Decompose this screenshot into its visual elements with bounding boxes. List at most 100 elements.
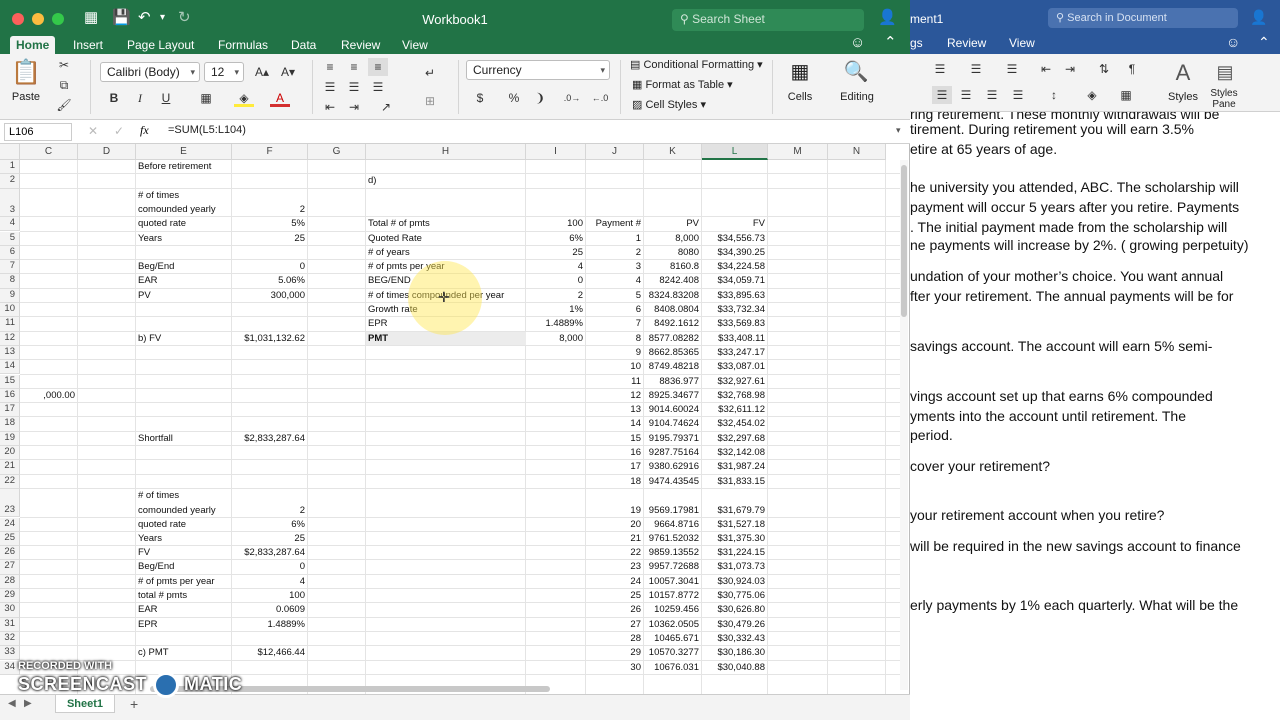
- cell-h5[interactable]: Quoted Rate: [368, 233, 523, 245]
- cell-k31[interactable]: 10362.0505: [646, 619, 699, 631]
- row-header[interactable]: 19: [0, 431, 20, 446]
- cell-f19[interactable]: $2,833,287.64: [234, 433, 305, 445]
- name-box[interactable]: L106: [4, 123, 72, 141]
- bold-button[interactable]: B: [104, 89, 124, 107]
- cell-e3[interactable]: comounded yearly: [138, 204, 229, 216]
- cell-j5[interactable]: 1: [588, 233, 641, 245]
- cell-f23[interactable]: 2: [234, 505, 305, 517]
- cell-k13[interactable]: 8662.85365: [646, 347, 699, 359]
- justify-icon[interactable]: ☰: [1008, 86, 1028, 104]
- conditional-formatting-button[interactable]: ▤ Conditional Formatting ▾: [630, 58, 763, 72]
- cell-e4[interactable]: quoted rate: [138, 218, 229, 230]
- bullets-icon[interactable]: ☰: [930, 60, 950, 78]
- cell-k7[interactable]: 8160.8: [646, 261, 699, 273]
- cell-h2[interactable]: d): [368, 175, 523, 187]
- cell-f4[interactable]: 5%: [234, 218, 305, 230]
- increase-font-icon[interactable]: A▴: [252, 63, 272, 81]
- cell-k28[interactable]: 10057.3041: [646, 576, 699, 588]
- column-header-m[interactable]: M: [768, 144, 828, 160]
- increase-indent-icon[interactable]: ⇥: [344, 98, 364, 116]
- editing-button[interactable]: Editing: [834, 90, 880, 104]
- row-header[interactable]: 17: [0, 403, 20, 418]
- row-header[interactable]: 22: [0, 474, 20, 489]
- format-as-table-button[interactable]: ▦ Format as Table ▾: [632, 78, 733, 92]
- cell-j34[interactable]: 30: [588, 662, 641, 674]
- column-header-g[interactable]: G: [308, 144, 366, 160]
- cell-l19[interactable]: $32,297.68: [704, 433, 765, 445]
- cell-f31[interactable]: 1.4889%: [234, 619, 305, 631]
- cell-k29[interactable]: 10157.8772: [646, 590, 699, 602]
- tab-design[interactable]: gs: [910, 36, 923, 50]
- cell-e1[interactable]: Before retirement: [138, 161, 229, 173]
- decrease-indent-icon[interactable]: ⇤: [1036, 60, 1056, 78]
- cell-j7[interactable]: 3: [588, 261, 641, 273]
- cell-j11[interactable]: 7: [588, 318, 641, 330]
- cell-i9[interactable]: 2: [528, 290, 583, 302]
- cell-k12[interactable]: 8577.08282: [646, 333, 699, 345]
- cell-l9[interactable]: $33,895.63: [704, 290, 765, 302]
- row-header[interactable]: 23: [0, 488, 20, 518]
- row-header[interactable]: 9: [0, 288, 20, 303]
- cell-e7[interactable]: Beg/End: [138, 261, 229, 273]
- row-header[interactable]: 30: [0, 603, 20, 618]
- row-header[interactable]: 7: [0, 260, 20, 275]
- row-header[interactable]: 26: [0, 546, 20, 561]
- cell-i10[interactable]: 1%: [528, 304, 583, 316]
- row-header[interactable]: 18: [0, 417, 20, 432]
- row-header[interactable]: 14: [0, 360, 20, 375]
- copy-icon[interactable]: ⧉: [54, 76, 74, 94]
- cell-i8[interactable]: 0: [528, 275, 583, 287]
- cell-f30[interactable]: 0.0609: [234, 604, 305, 616]
- row-header[interactable]: 13: [0, 345, 20, 361]
- cell-f8[interactable]: 5.06%: [234, 275, 305, 287]
- format-painter-icon[interactable]: 🖌: [54, 96, 74, 114]
- row-header[interactable]: 31: [0, 617, 20, 632]
- cell-i7[interactable]: 4: [528, 261, 583, 273]
- share-icon[interactable]: 👤: [878, 9, 897, 27]
- tab-review[interactable]: Review: [335, 36, 386, 54]
- cell-e28[interactable]: # of pmts per year: [138, 576, 229, 588]
- cell-f28[interactable]: 4: [234, 576, 305, 588]
- row-header[interactable]: 12: [0, 331, 20, 346]
- cell-l30[interactable]: $30,626.80: [704, 604, 765, 616]
- cell-k6[interactable]: 8080: [646, 247, 699, 259]
- cell-k21[interactable]: 9380.62916: [646, 461, 699, 473]
- cell-j32[interactable]: 28: [588, 633, 641, 645]
- tab-page-layout[interactable]: Page Layout: [121, 36, 200, 54]
- cell-k14[interactable]: 8749.48218: [646, 361, 699, 373]
- cell-l22[interactable]: $31,833.15: [704, 476, 765, 488]
- percent-format-button[interactable]: %: [504, 89, 524, 107]
- cell-k22[interactable]: 9474.43545: [646, 476, 699, 488]
- cell-k33[interactable]: 10570.3277: [646, 647, 699, 659]
- function-icon[interactable]: fx: [140, 123, 149, 138]
- cell-l8[interactable]: $34,059.71: [704, 275, 765, 287]
- numbering-icon[interactable]: ☰: [966, 60, 986, 78]
- align-right-icon[interactable]: ☰: [368, 78, 388, 96]
- cell-h4[interactable]: Total # of pmts: [368, 218, 523, 230]
- cell-k11[interactable]: 8492.1612: [646, 318, 699, 330]
- cell-l12[interactable]: $33,408.11: [704, 333, 765, 345]
- cell-e23[interactable]: comounded yearly: [138, 505, 229, 517]
- cell-k20[interactable]: 9287.75164: [646, 447, 699, 459]
- row-header[interactable]: 29: [0, 589, 20, 604]
- row-header[interactable]: 25: [0, 531, 20, 547]
- cell-l15[interactable]: $32,927.61: [704, 376, 765, 388]
- cell-i6[interactable]: 25: [528, 247, 583, 259]
- cell-k30[interactable]: 10259.456: [646, 604, 699, 616]
- cell-l24[interactable]: $31,527.18: [704, 519, 765, 531]
- cell-l7[interactable]: $34,224.58: [704, 261, 765, 273]
- increase-decimal-icon[interactable]: .0→: [562, 89, 582, 107]
- styles-button[interactable]: Styles: [1164, 90, 1202, 104]
- cell-l25[interactable]: $31,375.30: [704, 533, 765, 545]
- styles-pane-button[interactable]: Styles Pane: [1206, 88, 1242, 110]
- row-header[interactable]: 8: [0, 274, 20, 289]
- cell-j9[interactable]: 5: [588, 290, 641, 302]
- cell-f12[interactable]: $1,031,132.62: [234, 333, 305, 345]
- cell-i12[interactable]: 8,000: [528, 333, 583, 345]
- cell-l27[interactable]: $31,073.73: [704, 561, 765, 573]
- tab-formulas[interactable]: Formulas: [212, 36, 274, 54]
- cell-j13[interactable]: 9: [588, 347, 641, 359]
- search-magnifier-icon[interactable]: 🔍: [838, 58, 874, 86]
- add-sheet-icon[interactable]: +: [130, 696, 138, 712]
- cell-k18[interactable]: 9104.74624: [646, 418, 699, 430]
